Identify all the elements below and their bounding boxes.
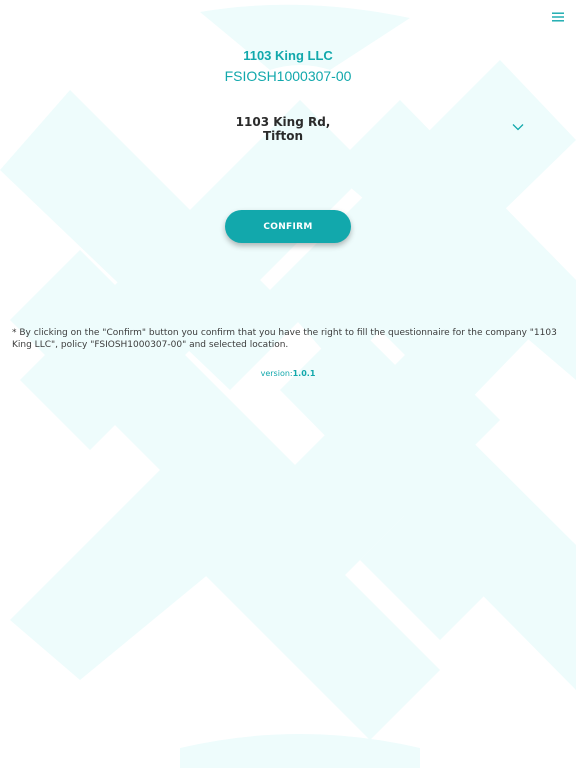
selected-location: 1103 King Rd, Tifton (180, 115, 386, 143)
menu-button[interactable] (546, 8, 570, 26)
disclaimer-text: * By clicking on the "Confirm" button yo… (12, 328, 557, 350)
location-line-2: Tifton (262, 129, 304, 143)
hamburger-menu-icon (552, 12, 564, 22)
policy-number: FSIOSH1000307-00 (224, 68, 352, 84)
chevron-down-icon[interactable] (512, 123, 524, 131)
header: 1103 King LLC FSIOSH1000307-00 (0, 47, 576, 86)
confirm-screen: 1103 King LLC FSIOSH1000307-00 1103 King… (0, 0, 576, 768)
version-label: version: (260, 369, 293, 378)
location-line-1: 1103 King Rd, (235, 115, 331, 129)
company-name: 1103 King LLC (243, 48, 333, 63)
confirm-button[interactable]: CONFIRM (225, 210, 351, 243)
version-info: version:1.0.1 (0, 369, 576, 378)
location-dropdown[interactable]: 1103 King Rd, Tifton (0, 113, 576, 149)
version-number: 1.0.1 (292, 369, 316, 378)
